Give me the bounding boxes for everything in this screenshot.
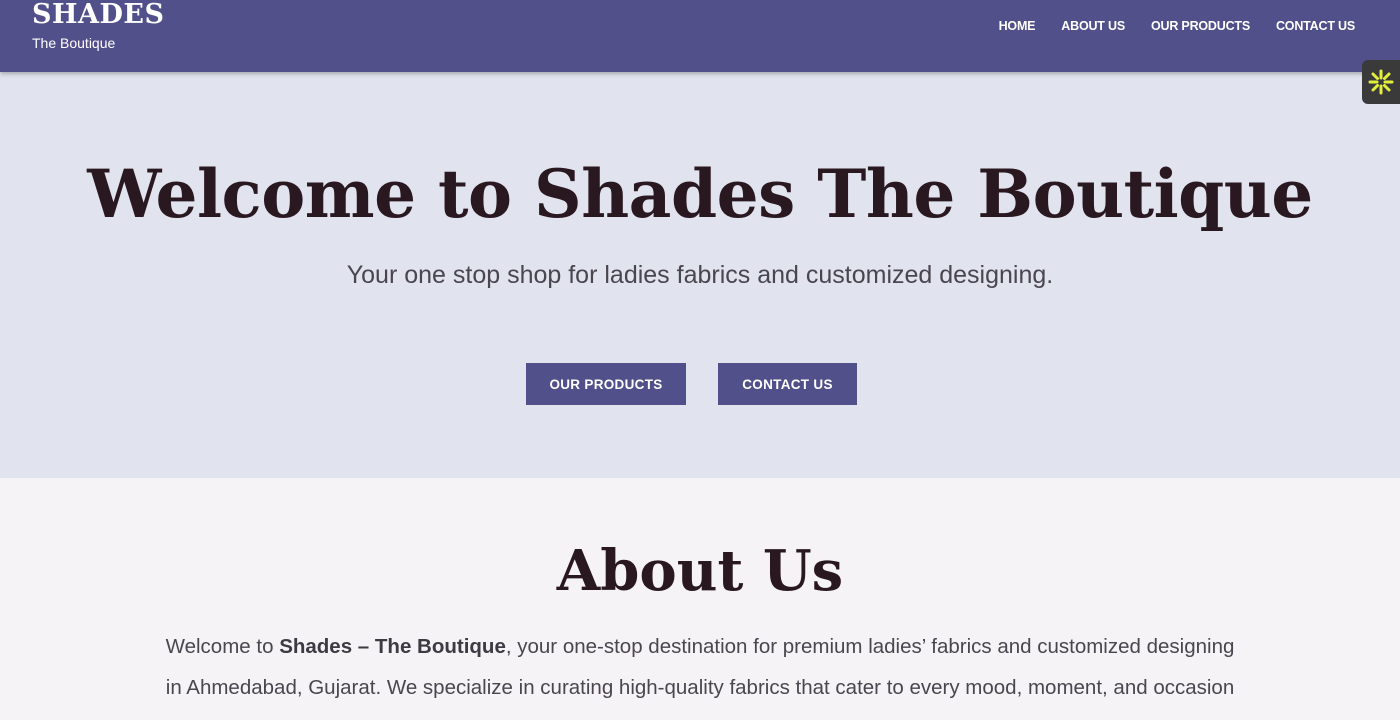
- site-header: SHADES The Boutique HOME ABOUT US OUR PR…: [0, 0, 1400, 72]
- contact-us-button[interactable]: CONTACT US: [718, 363, 857, 405]
- our-products-button[interactable]: OUR PRODUCTS: [526, 363, 686, 405]
- about-text-brand: Shades – The Boutique: [279, 635, 506, 658]
- nav-about-us[interactable]: ABOUT US: [1061, 17, 1125, 35]
- brand-title[interactable]: SHADES: [32, 0, 164, 30]
- about-section: About Us Welcome to Shades – The Boutiqu…: [0, 478, 1400, 720]
- hero-section: Welcome to Shades The Boutique Your one …: [0, 72, 1400, 478]
- nav-our-products[interactable]: OUR PRODUCTS: [1151, 17, 1250, 35]
- asterisk-sparkle-icon: [1368, 69, 1394, 95]
- brand-logo[interactable]: SHADES The Boutique: [32, 0, 164, 53]
- about-paragraph: Welcome to Shades – The Boutique, your o…: [160, 626, 1240, 708]
- brand-subtitle: The Boutique: [32, 35, 116, 51]
- floating-widget-button[interactable]: [1362, 60, 1400, 104]
- hero-subtitle: Your one stop shop for ladies fabrics an…: [346, 261, 1054, 289]
- about-text-prefix: Welcome to: [165, 635, 280, 658]
- main-nav: HOME ABOUT US OUR PRODUCTS CONTACT US: [999, 17, 1356, 35]
- nav-contact-us[interactable]: CONTACT US: [1276, 17, 1355, 35]
- about-title: About Us: [556, 538, 844, 604]
- nav-home[interactable]: HOME: [999, 17, 1036, 35]
- hero-title: Welcome to Shades The Boutique: [87, 155, 1313, 233]
